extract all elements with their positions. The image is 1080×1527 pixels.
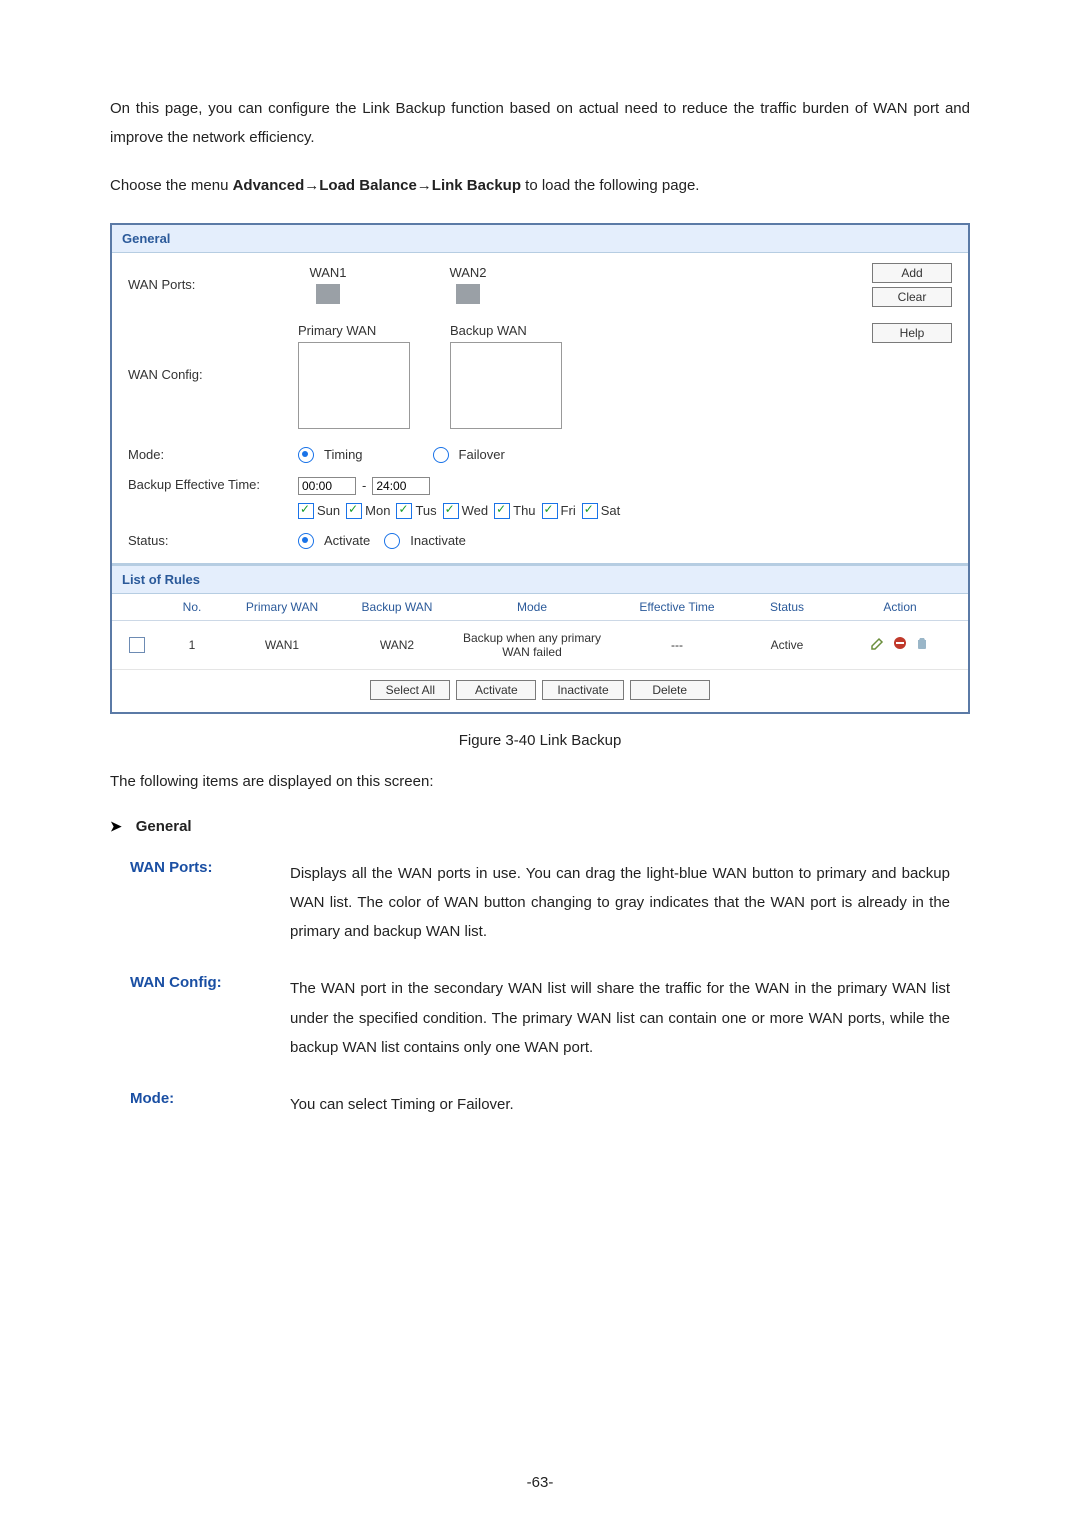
cell-status: Active [742,638,832,652]
col-mode: Mode [452,600,612,614]
mode-timing-label: Timing [324,447,363,462]
status-inactivate-label: Inactivate [410,533,466,548]
radio-activate[interactable] [298,533,314,549]
clear-button[interactable]: Clear [872,287,952,307]
def-body-wan-config: The WAN port in the secondary WAN list w… [290,974,950,1062]
wan2-label: WAN2 [449,265,486,280]
activate-button[interactable]: Activate [456,680,536,700]
items-intro: The following items are displayed on thi… [110,773,970,790]
bet-start-input[interactable] [298,477,356,495]
backup-wan-label: Backup WAN [450,323,527,338]
day-mon: Mon [365,503,390,518]
col-primary-wan: Primary WAN [222,600,342,614]
chk-sun[interactable] [298,503,314,519]
arrow-icon: ➤ [110,818,122,835]
def-body-mode: You can select Timing or Failover. [290,1090,950,1119]
cell-no: 1 [162,638,222,652]
bet-end-input[interactable] [372,477,430,495]
wan2-port[interactable]: WAN2 [438,265,498,304]
radio-failover[interactable] [433,447,449,463]
general-header: General [112,225,968,253]
wan1-port[interactable]: WAN1 [298,265,358,304]
wan1-label: WAN1 [309,265,346,280]
chk-fri[interactable] [542,503,558,519]
figure-caption: Figure 3-40 Link Backup [110,732,970,749]
status-activate-label: Activate [324,533,370,548]
chk-mon[interactable] [346,503,362,519]
radio-timing[interactable] [298,447,314,463]
def-term-wan-ports: WAN Ports: [130,859,270,947]
def-body-wan-ports: Displays all the WAN ports in use. You c… [290,859,950,947]
radio-inactivate[interactable] [384,533,400,549]
nav-suffix: to load the following page. [525,177,699,194]
chk-sat[interactable] [582,503,598,519]
page-number: -63- [0,1474,1080,1491]
col-backup-wan: Backup WAN [342,600,452,614]
def-term-mode: Mode: [130,1090,270,1119]
rules-header: List of Rules [112,565,968,594]
label-status: Status: [128,533,288,548]
def-term-wan-config: WAN Config: [130,974,270,1062]
section-general-label: General [136,818,192,835]
label-mode: Mode: [128,447,288,462]
port-icon [456,284,480,304]
cell-effective-time: --- [612,638,742,652]
day-tus: Tus [415,503,436,518]
nav-path: Advanced→Load Balance→Link Backup [233,177,521,194]
table-row: 1 WAN1 WAN2 Backup when any primary WAN … [112,621,968,670]
edit-icon[interactable] [870,635,886,651]
chk-thu[interactable] [494,503,510,519]
disable-icon[interactable] [892,635,908,651]
row-checkbox[interactable] [129,637,145,653]
link-backup-screenshot: General WAN Ports: WAN1 WAN2 [110,223,970,714]
backup-wan-list[interactable] [450,342,562,429]
cell-primary-wan: WAN1 [222,638,342,652]
cell-backup-wan: WAN2 [342,638,452,652]
nav-instruction: Choose the menu Advanced→Load Balance→Li… [110,172,970,201]
label-wan-ports: WAN Ports: [128,277,288,292]
day-fri: Fri [561,503,576,518]
nav-prefix: Choose the menu [110,177,233,194]
chk-wed[interactable] [443,503,459,519]
col-effective-time: Effective Time [612,600,742,614]
select-all-button[interactable]: Select All [370,680,450,700]
day-sun: Sun [317,503,340,518]
primary-wan-label: Primary WAN [298,323,376,338]
intro-paragraph: On this page, you can configure the Link… [110,95,970,152]
chk-tus[interactable] [396,503,412,519]
rules-table-header: No. Primary WAN Backup WAN Mode Effectiv… [112,594,968,621]
delete-icon[interactable] [914,635,930,651]
cell-mode: Backup when any primary WAN failed [452,631,612,659]
help-button[interactable]: Help [872,323,952,343]
primary-wan-list[interactable] [298,342,410,429]
col-status: Status [742,600,832,614]
add-button[interactable]: Add [872,263,952,283]
col-action: Action [832,600,968,614]
label-bet: Backup Effective Time: [128,477,288,492]
inactivate-button[interactable]: Inactivate [542,680,623,700]
bet-separator: - [362,478,366,493]
label-wan-config: WAN Config: [128,323,288,382]
col-no: No. [162,600,222,614]
day-wed: Wed [462,503,489,518]
port-icon [316,284,340,304]
day-thu: Thu [513,503,535,518]
mode-failover-label: Failover [459,447,505,462]
day-sat: Sat [601,503,621,518]
delete-button[interactable]: Delete [630,680,710,700]
